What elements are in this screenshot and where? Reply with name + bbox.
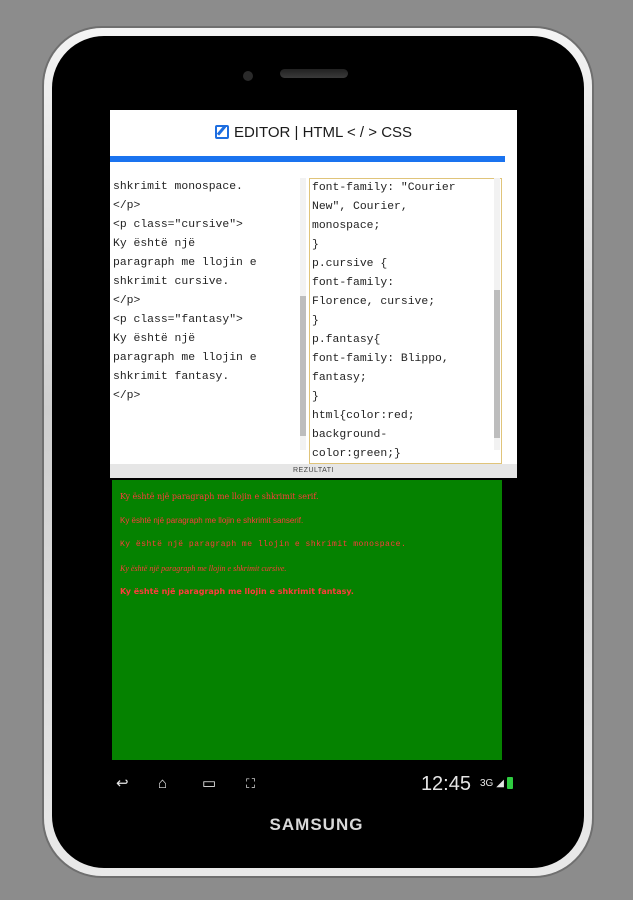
html-line: shkrimit cursive.: [113, 276, 230, 288]
css-scrollbar[interactable]: [494, 178, 500, 450]
html-editor[interactable]: shkrimit monospace. </p> <p class="cursive…: [113, 178, 306, 464]
app-header: EDITOR | HTML < / > CSS: [110, 110, 517, 154]
html-scrollbar[interactable]: [300, 178, 306, 450]
result-paragraph-cursive: Ky është një paragraph me llojin e shkri…: [120, 564, 287, 573]
html-line: </p>: [113, 390, 141, 402]
html-line: </p>: [113, 295, 141, 307]
css-line: New", Courier,: [312, 201, 408, 213]
html-line: paragraph me llojin e: [113, 352, 257, 364]
css-line: font-family: "Courier: [312, 182, 456, 194]
css-line: }: [312, 239, 319, 251]
css-line: background-: [312, 429, 388, 441]
screenshot-icon[interactable]: ⛶: [246, 776, 255, 792]
result-paragraph-fantasy: Ky është një paragraph me llojin e shkri…: [120, 587, 354, 596]
css-line: p.fantasy{: [312, 334, 381, 346]
signal-icon: ◢: [496, 777, 504, 789]
clock: 12:45: [420, 773, 471, 795]
css-line: Florence, cursive;: [312, 296, 436, 308]
html-line: Ky është një: [113, 333, 196, 345]
css-line: font-family: Blippo,: [312, 353, 449, 365]
css-line: font-family:: [312, 277, 395, 289]
device-brand: SAMSUNG: [269, 815, 364, 834]
status-icons: 3G ◢: [480, 777, 513, 789]
battery-icon: [507, 777, 513, 789]
html-line: shkrimit monospace.: [113, 181, 243, 193]
css-line: }: [312, 315, 319, 327]
recent-apps-icon[interactable]: ▭: [202, 776, 216, 792]
home-icon[interactable]: ⌂: [158, 776, 167, 792]
editor-area: shkrimit monospace. </p> <p class="cursive…: [110, 164, 517, 464]
result-paragraph-sanserif: Ky është një paragraph me llojin e shkri…: [120, 516, 304, 525]
html-line: paragraph me llojin e: [113, 257, 257, 269]
result-paragraph-serif: Ky është një paragraph me llojin e shkri…: [120, 492, 319, 501]
html-line: shkrimit fantasy.: [113, 371, 230, 383]
html-line: </p>: [113, 200, 141, 212]
device-screen: EDITOR | HTML < / > CSS shkrimit monospa…: [110, 110, 517, 800]
css-line: fantasy;: [312, 372, 367, 384]
result-paragraph-monospace: Ky është një paragraph me llojin e shkri…: [120, 540, 407, 549]
css-scrollbar-thumb[interactable]: [494, 290, 500, 438]
html-line: Ky është një: [113, 238, 196, 250]
css-line: monospace;: [312, 220, 381, 232]
html-line: <p class="cursive">: [113, 219, 243, 231]
css-line: }: [312, 391, 319, 403]
progress-fill: [110, 156, 505, 162]
css-line: p.cursive {: [312, 258, 388, 270]
html-line: <p class="fantasy">: [113, 314, 243, 326]
html-scrollbar-thumb[interactable]: [300, 296, 306, 436]
speaker-grille: [280, 69, 348, 78]
css-line: html{color:red;: [312, 410, 415, 422]
system-nav-bar: ↩ ⌂ ▭ ⛶ 12:45 3G ◢: [110, 770, 517, 800]
result-preview: Ky është një paragraph me llojin e shkri…: [112, 480, 502, 760]
result-bar[interactable]: REZULTATI: [110, 464, 517, 478]
back-icon[interactable]: ↩: [116, 776, 129, 792]
css-editor[interactable]: font-family: "Courier New", Courier, monos…: [309, 178, 502, 464]
camera-icon: [243, 71, 253, 81]
edit-icon[interactable]: [214, 125, 229, 139]
progress-bar: [110, 154, 517, 164]
app-title: EDITOR | HTML < / > CSS: [233, 123, 413, 141]
css-line: color:green;}: [312, 448, 401, 460]
signal-label: 3G: [479, 777, 494, 789]
